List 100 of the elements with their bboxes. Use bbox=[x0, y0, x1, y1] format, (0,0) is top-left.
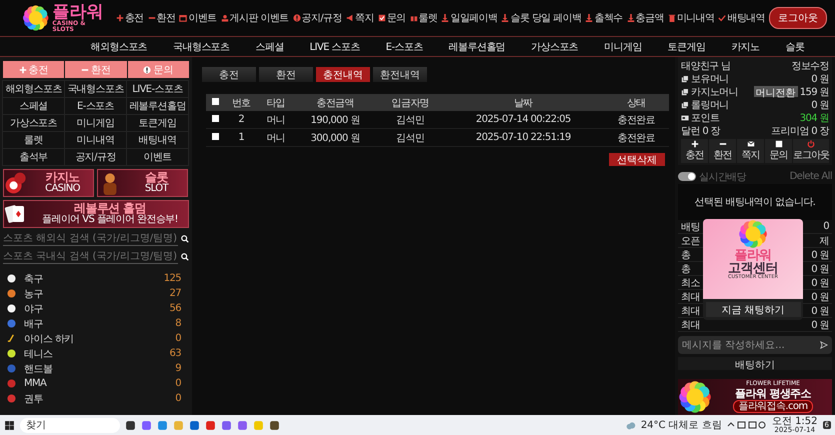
promo-banner[interactable]: 카지노 CASINO bbox=[3, 169, 94, 197]
menu-link[interactable]: 레볼루션홀덤 bbox=[126, 97, 189, 115]
toggle-switch[interactable] bbox=[678, 172, 696, 181]
premium-count: 프리미엄 0 장 bbox=[771, 124, 829, 138]
tab[interactable]: 환전내역 bbox=[373, 67, 427, 82]
delete-button[interactable]: 선택삭제 bbox=[609, 153, 665, 166]
menu-link[interactable]: 미니내역 bbox=[64, 131, 127, 149]
taskbar-search-field[interactable]: 찾기 bbox=[20, 418, 120, 432]
row-checkbox[interactable] bbox=[212, 133, 218, 140]
search-field[interactable]: 스포츠 해외식 검색 (국가/리그명/팀명) bbox=[3, 231, 178, 246]
menu-link[interactable]: 해외형스포츠 bbox=[2, 80, 65, 98]
header-link[interactable]: 충전 bbox=[116, 11, 144, 25]
balance-value: 0 원 bbox=[811, 98, 829, 112]
chat-now-button[interactable]: 지금 채팅하기 bbox=[706, 302, 800, 317]
sport-name[interactable]: 축구 bbox=[24, 272, 156, 286]
nav-link[interactable]: 스페셜 bbox=[255, 40, 284, 54]
header-link[interactable]: 문의 bbox=[378, 11, 406, 25]
menu-link[interactable]: 스페셜 bbox=[2, 97, 65, 115]
search-field[interactable]: 스포츠 국내식 검색 (국가/리그명/팀명) bbox=[3, 249, 178, 264]
sport-name[interactable]: 배구 bbox=[24, 316, 168, 330]
convert-button[interactable]: 머니전환 bbox=[754, 86, 798, 97]
nav-link[interactable]: 슬롯 bbox=[786, 40, 804, 54]
table-cell: 2 bbox=[224, 111, 258, 128]
header-link[interactable]: 이벤트 bbox=[179, 11, 217, 25]
sport-name[interactable]: MMA bbox=[24, 378, 168, 389]
header-link[interactable]: 룰렛 bbox=[410, 11, 438, 25]
download-icon bbox=[585, 14, 594, 22]
menu-link[interactable]: LIVE-스포츠 bbox=[126, 80, 189, 98]
sport-count: 125 bbox=[164, 273, 181, 284]
banner-subtitle: SLOT bbox=[144, 184, 168, 195]
app-icon[interactable] bbox=[125, 420, 136, 430]
account-button[interactable]: 환전 bbox=[709, 139, 736, 163]
header-link[interactable]: 일일페이백 bbox=[441, 11, 498, 25]
menu-link[interactable]: 토큰게임 bbox=[126, 114, 189, 132]
sport-name[interactable]: 핸드볼 bbox=[24, 362, 168, 376]
header-link[interactable]: 게시판 이벤트 bbox=[220, 11, 289, 25]
header-link[interactable]: 충금액 bbox=[626, 11, 664, 25]
column-header: 번호 bbox=[224, 94, 258, 111]
row-checkbox[interactable] bbox=[212, 115, 218, 122]
account-button[interactable]: 쪽지 bbox=[737, 139, 764, 163]
header-link[interactable]: 환전 bbox=[148, 11, 176, 25]
nav-link[interactable]: 해외형스포츠 bbox=[90, 40, 148, 54]
menu-link[interactable]: 룰렛 bbox=[2, 131, 65, 149]
envelope-icon bbox=[746, 140, 754, 148]
sport-name[interactable]: 테니스 bbox=[24, 346, 162, 360]
nav-link[interactable]: 국내형스포츠 bbox=[173, 40, 230, 54]
plus-icon bbox=[690, 140, 698, 148]
header-link[interactable]: 쪽지 bbox=[346, 11, 374, 25]
account-button[interactable]: 로그아웃 bbox=[793, 139, 829, 163]
nav-link[interactable]: E-스포츠 bbox=[386, 40, 423, 54]
logo-title: 플라워 bbox=[52, 4, 104, 20]
send-icon[interactable] bbox=[820, 341, 828, 349]
tray-icons[interactable] bbox=[726, 420, 767, 430]
menu-link[interactable]: E-스포츠 bbox=[64, 97, 127, 115]
promo-banner[interactable]: 레볼루션 홀덤 플레이어 VS 플레이어 완전승부! bbox=[3, 200, 189, 228]
windows-start-icon[interactable] bbox=[4, 420, 15, 430]
message-field[interactable]: 메시지를 작성하세요... bbox=[678, 336, 832, 354]
nav-link[interactable]: 토큰게임 bbox=[668, 40, 706, 54]
nav-link[interactable]: 카지노 bbox=[731, 40, 760, 54]
header-link[interactable]: 슬롯 당일 페이백 bbox=[501, 11, 582, 25]
sport-name[interactable]: 야구 bbox=[24, 302, 162, 316]
menu-link[interactable]: 출석부 bbox=[2, 148, 65, 166]
nav-link[interactable]: 가상스포츠 bbox=[531, 40, 578, 54]
logout-button[interactable]: 로그아웃 bbox=[769, 7, 827, 29]
nav-link[interactable]: LIVE 스포츠 bbox=[310, 40, 360, 54]
app-icon[interactable] bbox=[189, 420, 200, 430]
card-icon bbox=[681, 114, 689, 122]
menu-link[interactable]: 미니게임 bbox=[64, 114, 127, 132]
sport-name[interactable]: 아이스 하키 bbox=[24, 332, 168, 346]
balance-value: 304 원 bbox=[800, 112, 829, 124]
table-cell: 머니 bbox=[258, 128, 293, 146]
header-link[interactable]: 미니내역 bbox=[668, 11, 714, 25]
menu-link[interactable]: 국내형스포츠 bbox=[64, 80, 127, 98]
account-button[interactable]: 문의 bbox=[765, 139, 792, 163]
account-button[interactable]: 충전 bbox=[681, 139, 708, 163]
clock-time[interactable]: 오전 1:52 bbox=[772, 416, 818, 427]
weather-text[interactable]: 24°C 대체로 흐림 bbox=[640, 418, 722, 432]
bet-button[interactable]: 배팅하기 bbox=[678, 357, 832, 370]
tab[interactable]: 충전내역 bbox=[316, 67, 370, 82]
menu-link[interactable]: 배팅내역 bbox=[126, 131, 189, 149]
tab[interactable]: 환전 bbox=[259, 67, 313, 82]
edit-profile-link[interactable]: 정보수정 bbox=[791, 58, 829, 72]
nav-link[interactable]: 미니게임 bbox=[604, 40, 642, 54]
nav-link[interactable]: 레볼루션홀덤 bbox=[448, 40, 506, 54]
search-icon[interactable] bbox=[181, 252, 189, 260]
sport-name[interactable]: 권투 bbox=[24, 392, 168, 406]
app-icon[interactable] bbox=[269, 420, 280, 430]
menu-link[interactable]: 이벤트 bbox=[126, 148, 189, 166]
header-link[interactable]: 배팅내역 bbox=[718, 11, 765, 25]
tab[interactable]: 충전 bbox=[202, 67, 256, 82]
menu-link[interactable]: 공지/규정 bbox=[64, 148, 127, 166]
search-icon[interactable] bbox=[181, 234, 189, 242]
menu-link[interactable]: 가상스포츠 bbox=[2, 114, 65, 132]
promo-banner[interactable]: 슬롯 SLOT bbox=[97, 169, 188, 197]
header-link[interactable]: 공지/규정 bbox=[292, 11, 342, 25]
slip-label: 배팅 bbox=[681, 220, 700, 234]
select-all-checkbox[interactable] bbox=[212, 98, 218, 105]
slip-label: 최소 bbox=[681, 276, 700, 290]
sport-name[interactable]: 농구 bbox=[24, 286, 162, 300]
header-link[interactable]: 출첵수 bbox=[585, 11, 623, 25]
